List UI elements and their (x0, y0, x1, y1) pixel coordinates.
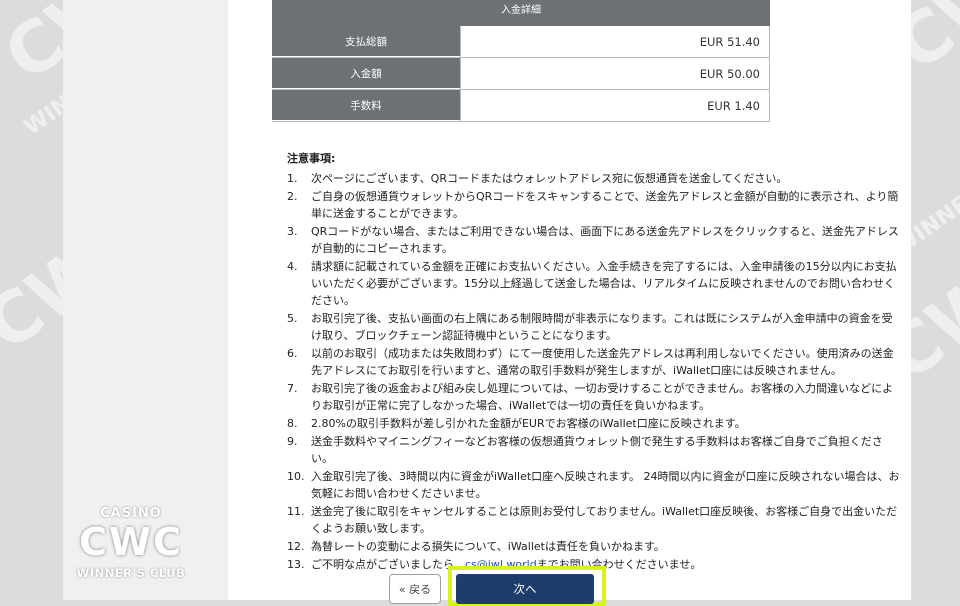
item-number: 1. (287, 172, 298, 185)
item-text: お取引完了後、支払い画面の右上隅にある制限時間が非表示になります。これは既にシス… (311, 312, 893, 342)
item-text: 入金取引完了後、3時間以内に資金がiWallet口座へ反映されます。 24時間以… (311, 470, 900, 500)
item-text: ご自身の仮想通貨ウォレットからQRコードをスキャンすることで、送金先アドレスと金… (311, 190, 899, 220)
item-text: 請求額に記載されている金額を正確にお支払いください。入金手続きを完了するには、入… (311, 260, 897, 307)
table-row: 入金額 EUR 50.00 (272, 58, 770, 90)
item-number: 7. (287, 382, 298, 395)
notes-list: 1. 次ページにございます、QRコードまたはウォレットアドレス宛に仮想通貨を送金し… (287, 170, 912, 573)
item-number: 11. (287, 505, 305, 518)
row-value: EUR 50.00 (460, 58, 770, 89)
notes-title: 注意事項: (287, 152, 336, 165)
item-number: 13. (287, 558, 305, 571)
item-text: 送金手数料やマイニングフィーなどお客様の仮想通貨ウォレット側で発生する手数料はお… (311, 435, 883, 465)
logo-cwc-text: CWC (79, 520, 183, 564)
item-number: 2. (287, 190, 298, 203)
list-item: 8. 2.80%の取引手数料が差し引かれた金額がEURでお客様のiWallet口座… (287, 415, 912, 432)
list-item: 9. 送金手数料やマイニングフィーなどお客様の仮想通貨ウォレット側で発生する手数料… (287, 433, 912, 467)
row-value: EUR 51.40 (460, 26, 770, 57)
item-text: QRコードがない場合、またはご利用できない場合は、画面下にある送金先アドレスをク… (311, 225, 899, 255)
item-number: 3. (287, 225, 298, 238)
item-text: 以前のお取引（成功または失敗問わず）にて一度使用した送金先アドレスは再利用しない… (311, 347, 894, 377)
item-text: 為替レートの変動による損失について、iWalletは責任を負いかねます。 (311, 540, 665, 553)
item-text: 2.80%の取引手数料が差し引かれた金額がEURでお客様のiWallet口座に反… (311, 417, 746, 430)
list-item: 7. お取引完了後の返金および組み戻し処理については、一切お受けすることができませ… (287, 380, 912, 414)
logo-winners-club-text: WINNER'S CLUB (76, 566, 186, 580)
table-header: 入金詳細 (272, 0, 770, 26)
row-value: EUR 1.40 (460, 90, 770, 121)
cwc-logo: CASINO CWC WINNER'S CLUB (66, 506, 196, 586)
list-item: 3. QRコードがない場合、またはご利用できない場合は、画面下にある送金先アドレス… (287, 223, 912, 257)
item-text: ご不明な点がございましたら、cs@iwl.worldまでお問い合わせくださいませ… (311, 556, 912, 573)
row-label: 入金額 (272, 58, 460, 89)
row-label: 手数料 (272, 90, 460, 121)
list-item: 1. 次ページにございます、QRコードまたはウォレットアドレス宛に仮想通貨を送金し… (287, 170, 912, 187)
list-item: 5. お取引完了後、支払い画面の右上隅にある制限時間が非表示になります。これは既に… (287, 310, 912, 344)
item-number: 6. (287, 347, 298, 360)
list-item: 2. ご自身の仮想通貨ウォレットからQRコードをスキャンすることで、送金先アドレス… (287, 188, 912, 222)
list-item: 10. 入金取引完了後、3時間以内に資金がiWallet口座へ反映されます。 24… (287, 468, 912, 502)
deposit-details-table: 入金詳細 支払総額 EUR 51.40 入金額 EUR 50.00 手数料 EU… (272, 0, 770, 122)
item-number: 4. (287, 260, 298, 273)
item-text: 次ページにございます、QRコードまたはウォレットアドレス宛に仮想通貨を送金してく… (311, 172, 788, 185)
table-row: 手数料 EUR 1.40 (272, 90, 770, 122)
item-number: 9. (287, 435, 298, 448)
table-row: 支払総額 EUR 51.40 (272, 26, 770, 58)
item-number: 10. (287, 470, 305, 483)
list-item: 6. 以前のお取引（成功または失敗問わず）にて一度使用した送金先アドレスは再利用し… (287, 345, 912, 379)
contact-prefix: ご不明な点がございましたら、 (311, 558, 465, 571)
item-number: 12. (287, 540, 305, 553)
notes-section: 注意事項: 1. 次ページにございます、QRコードまたはウォレットアドレス宛に仮想… (287, 150, 912, 574)
list-item: 11. 送金完了後に取引をキャンセルすることは原則お受付しておりません。iWall… (287, 503, 912, 537)
item-number: 8. (287, 417, 298, 430)
item-text: お取引完了後の返金および組み戻し処理については、一切お受けすることができません。… (311, 382, 894, 412)
item-number: 5. (287, 312, 298, 325)
row-label: 支払総額 (272, 26, 460, 57)
logo-casino-text: CASINO (100, 506, 162, 521)
list-item: 4. 請求額に記載されている金額を正確にお支払いください。入金手続きを完了するには… (287, 258, 912, 309)
list-item: 12. 為替レートの変動による損失について、iWalletは責任を負いかねます。 (287, 538, 912, 555)
item-text: 送金完了後に取引をキャンセルすることは原則お受付しておりません。iWallet口… (311, 505, 898, 535)
